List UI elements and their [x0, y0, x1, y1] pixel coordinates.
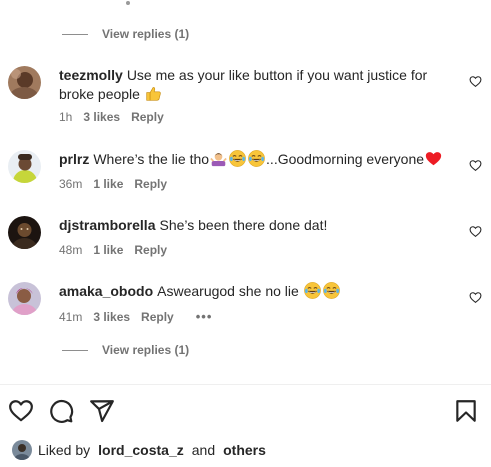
- comment-likes[interactable]: 3 likes: [83, 110, 120, 124]
- view-replies-button-bottom[interactable]: View replies (1): [62, 342, 189, 358]
- avatar[interactable]: [8, 66, 41, 99]
- avatar[interactable]: [8, 216, 41, 249]
- view-replies-button-top[interactable]: View replies (1): [62, 26, 189, 42]
- comment-time: 48m: [59, 243, 83, 257]
- comment-time: 1h: [59, 110, 73, 124]
- liked-by-others[interactable]: others: [223, 442, 266, 458]
- clipped-text-fragment: [126, 1, 130, 5]
- more-options-icon[interactable]: •••: [196, 309, 213, 324]
- reply-button[interactable]: Reply: [131, 110, 164, 124]
- avatar[interactable]: [12, 440, 32, 460]
- comment-meta: 48m 1 like Reply: [59, 243, 178, 257]
- post-action-bar: [0, 396, 491, 426]
- comment-username[interactable]: prlrz: [59, 151, 89, 167]
- tears-of-joy-icon: [304, 282, 321, 299]
- comment-meta: 36m 1 like Reply: [59, 177, 178, 191]
- like-comment-heart-icon[interactable]: [469, 159, 482, 172]
- like-comment-heart-icon[interactable]: [469, 291, 482, 304]
- like-comment-heart-icon[interactable]: [469, 75, 482, 88]
- comment-meta: 41m 3 likes Reply •••: [59, 309, 223, 324]
- comment-text: She’s been there done dat!: [159, 217, 328, 233]
- tears-of-joy-icon: [248, 150, 265, 167]
- replies-line: [62, 349, 88, 351]
- comment-username[interactable]: teezmolly: [59, 67, 123, 83]
- view-replies-label: View replies (1): [102, 343, 190, 357]
- liked-by-user[interactable]: lord_costa_z: [98, 442, 184, 458]
- comment-username[interactable]: amaka_obodo: [59, 283, 153, 299]
- clipped-previous-comment: [0, 0, 491, 6]
- divider: [0, 384, 491, 385]
- comment-time: 36m: [59, 177, 83, 191]
- share-icon[interactable]: [89, 398, 115, 424]
- person-shrugging-icon: [210, 152, 227, 167]
- comment-item: prlrz Where’s the lie tho ...Goodmorning …: [8, 150, 484, 194]
- comment-likes[interactable]: 1 like: [93, 243, 123, 257]
- heart-icon[interactable]: [8, 398, 34, 424]
- avatar[interactable]: [8, 150, 41, 183]
- comment-body: amaka_obodo Aswearugod she no lie: [59, 282, 454, 301]
- comment-item: djstramborella She’s been there done dat!…: [8, 216, 484, 260]
- replies-line: [62, 33, 88, 35]
- comment-text: Aswearugod she no lie: [157, 283, 299, 299]
- comment-item: teezmolly Use me as your like button if y…: [8, 66, 484, 128]
- thumbs-up-icon: [146, 87, 161, 101]
- comment-likes[interactable]: 1 like: [93, 177, 123, 191]
- comment-meta: 1h 3 likes Reply: [59, 110, 175, 124]
- comment-time: 41m: [59, 309, 83, 324]
- bookmark-icon[interactable]: [453, 398, 479, 424]
- liked-by-joiner: and: [191, 442, 216, 458]
- likes-summary: Liked by lord_costa_z and others: [12, 440, 266, 460]
- comment-text-end: ...Goodmorning everyone: [266, 151, 425, 167]
- comment-body: teezmolly Use me as your like button if y…: [59, 66, 454, 104]
- tears-of-joy-icon: [229, 150, 246, 167]
- comment-body: djstramborella She’s been there done dat!: [59, 216, 454, 235]
- tears-of-joy-icon: [323, 282, 340, 299]
- comment-body: prlrz Where’s the lie tho ...Goodmorning …: [59, 150, 454, 169]
- comment-item: amaka_obodo Aswearugod she no lie 41m 3 l…: [8, 282, 484, 326]
- comment-likes[interactable]: 3 likes: [93, 310, 130, 324]
- comment-text-start: Where’s the lie tho: [93, 151, 210, 167]
- comment-icon[interactable]: [48, 398, 74, 424]
- reply-button[interactable]: Reply: [141, 310, 174, 324]
- avatar[interactable]: [8, 282, 41, 315]
- reply-button[interactable]: Reply: [134, 243, 167, 257]
- comment-username[interactable]: djstramborella: [59, 217, 155, 233]
- liked-by-prefix: Liked by: [38, 442, 91, 458]
- reply-button[interactable]: Reply: [134, 177, 167, 191]
- view-replies-label: View replies (1): [102, 27, 190, 41]
- like-comment-heart-icon[interactable]: [469, 225, 482, 238]
- red-heart-icon: [425, 152, 442, 166]
